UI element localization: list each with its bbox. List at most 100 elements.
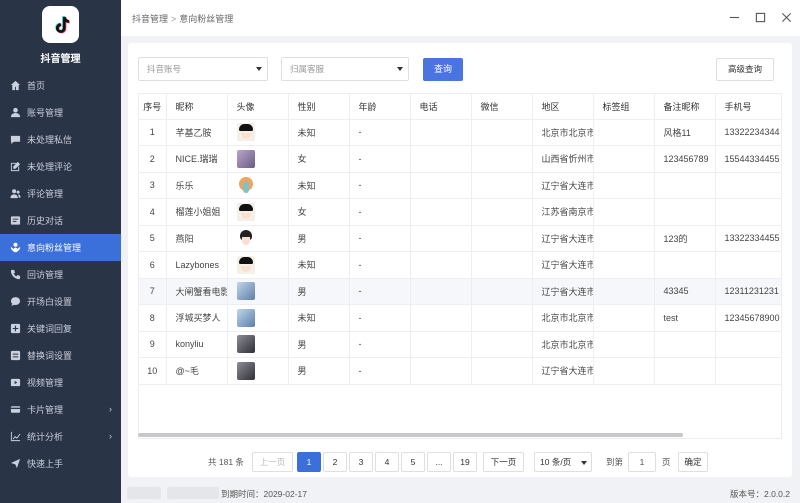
sidebar-item-13[interactable]: 统计分析 › (0, 423, 121, 450)
cell-region: 山西省忻州市 (532, 145, 594, 173)
sidebar-item-1[interactable]: 账号管理 (0, 99, 121, 126)
cell-region: 辽宁省大连市 (532, 278, 594, 305)
page-button[interactable]: 19 (453, 452, 477, 472)
sidebar-item-10[interactable]: 替换词设置 (0, 342, 121, 369)
table-row[interactable]: 1 芊基乙胺 未知 - 北京市北京市 风格11 13322234344 (139, 119, 781, 146)
cell-mobile (715, 198, 781, 226)
avatar (236, 361, 255, 380)
cell-age: - (349, 225, 411, 252)
column-header[interactable]: 手机号 (715, 94, 781, 120)
cell-tags (593, 198, 655, 226)
sidebar-item-label: 未处理评论 (27, 162, 73, 172)
message-icon (9, 134, 21, 146)
table-row[interactable]: 5 燕阳 男 - 辽宁省大连市 123的 13322334455 (139, 225, 781, 252)
account-select[interactable]: 抖音账号 (138, 57, 268, 81)
cell-gender: 未知 (288, 251, 350, 279)
breadcrumb-root[interactable]: 抖音管理 (132, 14, 168, 24)
column-header[interactable]: 地区 (532, 94, 594, 120)
sidebar-item-9[interactable]: 关键词回复 (0, 315, 121, 342)
page-size-select[interactable]: 10 条/页 (534, 452, 592, 472)
sidebar-item-12[interactable]: 卡片管理 › (0, 396, 121, 423)
horizontal-scrollbar[interactable] (138, 433, 683, 437)
cell-mobile: 12311231231 (715, 278, 781, 305)
column-header[interactable]: 序号 (139, 94, 167, 120)
cell-region: 江苏省南京市 (532, 198, 594, 226)
column-header[interactable]: 微信 (471, 94, 533, 120)
page-button[interactable]: 1 (297, 452, 321, 472)
column-header[interactable]: 标签组 (593, 94, 655, 120)
goto-confirm-button[interactable]: 确定 (678, 452, 708, 472)
redacted-block (127, 487, 161, 499)
sidebar-item-11[interactable]: 视频管理 (0, 369, 121, 396)
avatar-cell (227, 278, 289, 305)
table-row[interactable]: 6 Lazybones 未知 - 辽宁省大连市 (139, 251, 781, 279)
prev-page-button[interactable]: 上一页 (252, 452, 293, 472)
advanced-search-button[interactable]: 高级查询 (716, 58, 774, 81)
avatar-cell (227, 331, 289, 358)
minimize-icon[interactable] (728, 11, 740, 23)
table-row[interactable]: 9 konyliu 男 - 北京市北京市 (139, 331, 781, 358)
column-header[interactable]: 头像 (227, 94, 289, 120)
table-row[interactable]: 7 大闸蟹看电影 男 - 辽宁省大连市 43345 12311231231 (139, 278, 781, 305)
home-icon (9, 80, 21, 92)
sidebar-item-0[interactable]: 首页 (0, 72, 121, 99)
cell-wechat (471, 331, 533, 358)
sidebar-item-5[interactable]: 历史对话 (0, 207, 121, 234)
reply-icon (9, 323, 21, 335)
cell-wechat (471, 357, 533, 385)
cell-phone (410, 145, 472, 173)
breadcrumb: 抖音管理 > 意向粉丝管理 (132, 12, 233, 25)
column-header[interactable]: 昵称 (166, 94, 228, 120)
table-row[interactable]: 10 @~毛 男 - 辽宁省大连市 (139, 357, 781, 385)
card-icon (9, 404, 21, 416)
sidebar-item-6[interactable]: 意向粉丝管理 (0, 234, 121, 261)
cell-mobile: 15544334455 (715, 145, 781, 173)
chevron-right-icon: › (109, 431, 112, 441)
goto-page-input[interactable]: 1 (628, 452, 656, 472)
cell-region: 辽宁省大连市 (532, 251, 594, 279)
sidebar-item-label: 开场白设置 (27, 297, 73, 307)
sidebar-item-3[interactable]: 未处理评论 (0, 153, 121, 180)
header: 抖音管理 > 意向粉丝管理 (121, 0, 800, 36)
cell-idx: 1 (139, 119, 167, 146)
cell-age: - (349, 145, 411, 173)
sidebar-item-label: 评论管理 (27, 189, 64, 199)
page-button[interactable]: 2 (323, 452, 347, 472)
window-controls (728, 11, 792, 23)
sidebar-item-14[interactable]: 快速上手 (0, 450, 121, 477)
sidebar-item-2[interactable]: 未处理私信 (0, 126, 121, 153)
page-button[interactable]: 4 (375, 452, 399, 472)
next-page-button[interactable]: 下一页 (483, 452, 524, 472)
sidebar-item-label: 账号管理 (27, 108, 64, 118)
page-ellipsis[interactable]: ... (427, 452, 451, 472)
table-row[interactable]: 4 榴莲小姐姐 女 - 江苏省南京市 (139, 198, 781, 226)
column-header[interactable]: 年龄 (349, 94, 411, 120)
search-button[interactable]: 查询 (423, 58, 463, 81)
column-header[interactable]: 备注昵称 (654, 94, 716, 120)
cell-gender: 未知 (288, 119, 350, 146)
breadcrumb-separator: > (171, 13, 177, 24)
sidebar-item-label: 意向粉丝管理 (27, 243, 82, 253)
cell-phone (410, 225, 472, 252)
column-header[interactable]: 性别 (288, 94, 350, 120)
avatar (236, 176, 255, 195)
sidebar-item-4[interactable]: 评论管理 (0, 180, 121, 207)
cell-age: - (349, 278, 411, 305)
close-icon[interactable] (780, 11, 792, 23)
sidebar-item-7[interactable]: 回访管理 (0, 261, 121, 288)
column-header[interactable]: 电话 (410, 94, 472, 120)
sidebar-item-8[interactable]: 开场白设置 (0, 288, 121, 315)
avatar-cell (227, 304, 289, 332)
maximize-icon[interactable] (754, 11, 766, 23)
agent-select[interactable]: 归属客服 (281, 57, 409, 81)
cell-region: 辽宁省大连市 (532, 357, 594, 385)
cell-wechat (471, 172, 533, 199)
total-count: 共 181 条 (208, 457, 244, 467)
page-button[interactable]: 3 (349, 452, 373, 472)
cell-phone (410, 357, 472, 385)
avatar (236, 308, 255, 327)
table-row[interactable]: 2 NICE.瑞瑞 女 - 山西省忻州市 123456789 15544334455 (139, 145, 781, 173)
table-row[interactable]: 8 浮城买梦人 未知 - 北京市北京市 test 12345678900 (139, 304, 781, 332)
page-button[interactable]: 5 (401, 452, 425, 472)
table-row[interactable]: 3 乐乐 未知 - 辽宁省大连市 (139, 172, 781, 199)
